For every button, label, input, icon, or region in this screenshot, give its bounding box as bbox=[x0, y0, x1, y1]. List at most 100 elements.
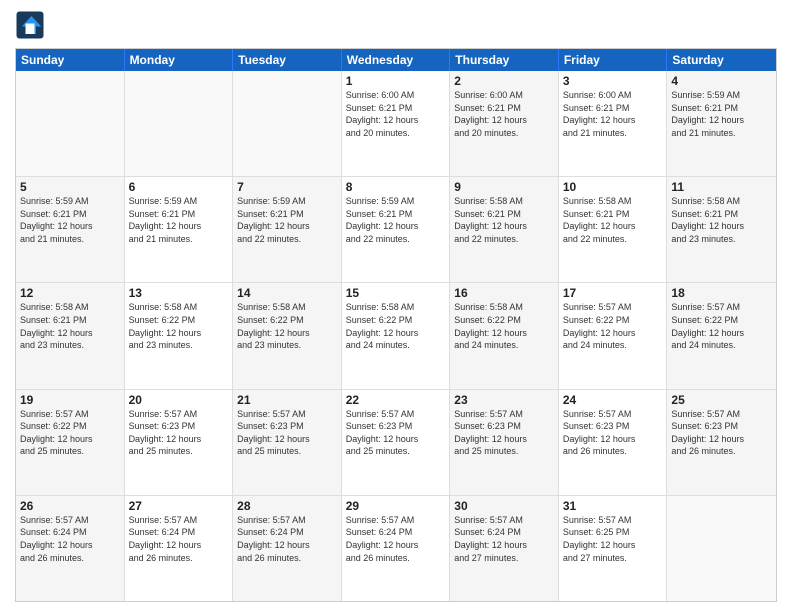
day-cell-16: 16Sunrise: 5:58 AM Sunset: 6:22 PM Dayli… bbox=[450, 283, 559, 388]
day-info: Sunrise: 5:57 AM Sunset: 6:24 PM Dayligh… bbox=[454, 514, 554, 564]
day-info: Sunrise: 5:58 AM Sunset: 6:21 PM Dayligh… bbox=[563, 195, 663, 245]
day-number: 24 bbox=[563, 393, 663, 407]
day-cell-5: 5Sunrise: 5:59 AM Sunset: 6:21 PM Daylig… bbox=[16, 177, 125, 282]
day-number: 17 bbox=[563, 286, 663, 300]
day-number: 13 bbox=[129, 286, 229, 300]
day-cell-28: 28Sunrise: 5:57 AM Sunset: 6:24 PM Dayli… bbox=[233, 496, 342, 601]
day-number: 21 bbox=[237, 393, 337, 407]
day-info: Sunrise: 5:58 AM Sunset: 6:22 PM Dayligh… bbox=[129, 301, 229, 351]
day-number: 15 bbox=[346, 286, 446, 300]
day-number: 19 bbox=[20, 393, 120, 407]
day-cell-7: 7Sunrise: 5:59 AM Sunset: 6:21 PM Daylig… bbox=[233, 177, 342, 282]
day-number: 2 bbox=[454, 74, 554, 88]
header-day-tuesday: Tuesday bbox=[233, 49, 342, 71]
day-cell-3: 3Sunrise: 6:00 AM Sunset: 6:21 PM Daylig… bbox=[559, 71, 668, 176]
day-cell-8: 8Sunrise: 5:59 AM Sunset: 6:21 PM Daylig… bbox=[342, 177, 451, 282]
day-number: 27 bbox=[129, 499, 229, 513]
day-cell-26: 26Sunrise: 5:57 AM Sunset: 6:24 PM Dayli… bbox=[16, 496, 125, 601]
day-info: Sunrise: 5:57 AM Sunset: 6:22 PM Dayligh… bbox=[563, 301, 663, 351]
day-number: 11 bbox=[671, 180, 772, 194]
day-info: Sunrise: 5:57 AM Sunset: 6:25 PM Dayligh… bbox=[563, 514, 663, 564]
day-number: 22 bbox=[346, 393, 446, 407]
day-cell-24: 24Sunrise: 5:57 AM Sunset: 6:23 PM Dayli… bbox=[559, 390, 668, 495]
day-cell-12: 12Sunrise: 5:58 AM Sunset: 6:21 PM Dayli… bbox=[16, 283, 125, 388]
day-cell-1: 1Sunrise: 6:00 AM Sunset: 6:21 PM Daylig… bbox=[342, 71, 451, 176]
day-number: 10 bbox=[563, 180, 663, 194]
day-cell-9: 9Sunrise: 5:58 AM Sunset: 6:21 PM Daylig… bbox=[450, 177, 559, 282]
header-day-saturday: Saturday bbox=[667, 49, 776, 71]
header-day-monday: Monday bbox=[125, 49, 234, 71]
week-row-5: 26Sunrise: 5:57 AM Sunset: 6:24 PM Dayli… bbox=[16, 496, 776, 601]
day-cell-20: 20Sunrise: 5:57 AM Sunset: 6:23 PM Dayli… bbox=[125, 390, 234, 495]
day-info: Sunrise: 5:59 AM Sunset: 6:21 PM Dayligh… bbox=[20, 195, 120, 245]
day-number: 25 bbox=[671, 393, 772, 407]
day-number: 7 bbox=[237, 180, 337, 194]
day-info: Sunrise: 5:58 AM Sunset: 6:21 PM Dayligh… bbox=[454, 195, 554, 245]
day-cell-6: 6Sunrise: 5:59 AM Sunset: 6:21 PM Daylig… bbox=[125, 177, 234, 282]
day-number: 9 bbox=[454, 180, 554, 194]
empty-cell bbox=[667, 496, 776, 601]
day-info: Sunrise: 5:59 AM Sunset: 6:21 PM Dayligh… bbox=[129, 195, 229, 245]
day-cell-18: 18Sunrise: 5:57 AM Sunset: 6:22 PM Dayli… bbox=[667, 283, 776, 388]
header-day-friday: Friday bbox=[559, 49, 668, 71]
day-number: 23 bbox=[454, 393, 554, 407]
day-info: Sunrise: 5:58 AM Sunset: 6:21 PM Dayligh… bbox=[671, 195, 772, 245]
day-number: 30 bbox=[454, 499, 554, 513]
calendar-body: 1Sunrise: 6:00 AM Sunset: 6:21 PM Daylig… bbox=[16, 71, 776, 601]
day-cell-23: 23Sunrise: 5:57 AM Sunset: 6:23 PM Dayli… bbox=[450, 390, 559, 495]
day-number: 8 bbox=[346, 180, 446, 194]
week-row-3: 12Sunrise: 5:58 AM Sunset: 6:21 PM Dayli… bbox=[16, 283, 776, 389]
day-cell-10: 10Sunrise: 5:58 AM Sunset: 6:21 PM Dayli… bbox=[559, 177, 668, 282]
day-number: 16 bbox=[454, 286, 554, 300]
day-info: Sunrise: 5:59 AM Sunset: 6:21 PM Dayligh… bbox=[346, 195, 446, 245]
day-number: 6 bbox=[129, 180, 229, 194]
week-row-2: 5Sunrise: 5:59 AM Sunset: 6:21 PM Daylig… bbox=[16, 177, 776, 283]
page: SundayMondayTuesdayWednesdayThursdayFrid… bbox=[0, 0, 792, 612]
day-cell-30: 30Sunrise: 5:57 AM Sunset: 6:24 PM Dayli… bbox=[450, 496, 559, 601]
header-day-thursday: Thursday bbox=[450, 49, 559, 71]
day-info: Sunrise: 5:58 AM Sunset: 6:22 PM Dayligh… bbox=[346, 301, 446, 351]
day-info: Sunrise: 5:57 AM Sunset: 6:23 PM Dayligh… bbox=[454, 408, 554, 458]
day-info: Sunrise: 5:58 AM Sunset: 6:21 PM Dayligh… bbox=[20, 301, 120, 351]
day-number: 29 bbox=[346, 499, 446, 513]
day-info: Sunrise: 5:57 AM Sunset: 6:24 PM Dayligh… bbox=[237, 514, 337, 564]
day-info: Sunrise: 5:58 AM Sunset: 6:22 PM Dayligh… bbox=[237, 301, 337, 351]
day-info: Sunrise: 5:57 AM Sunset: 6:24 PM Dayligh… bbox=[20, 514, 120, 564]
day-info: Sunrise: 5:57 AM Sunset: 6:24 PM Dayligh… bbox=[129, 514, 229, 564]
day-info: Sunrise: 5:57 AM Sunset: 6:22 PM Dayligh… bbox=[671, 301, 772, 351]
day-info: Sunrise: 6:00 AM Sunset: 6:21 PM Dayligh… bbox=[454, 89, 554, 139]
week-row-4: 19Sunrise: 5:57 AM Sunset: 6:22 PM Dayli… bbox=[16, 390, 776, 496]
day-cell-15: 15Sunrise: 5:58 AM Sunset: 6:22 PM Dayli… bbox=[342, 283, 451, 388]
day-number: 31 bbox=[563, 499, 663, 513]
day-number: 26 bbox=[20, 499, 120, 513]
day-info: Sunrise: 5:57 AM Sunset: 6:24 PM Dayligh… bbox=[346, 514, 446, 564]
day-cell-14: 14Sunrise: 5:58 AM Sunset: 6:22 PM Dayli… bbox=[233, 283, 342, 388]
day-info: Sunrise: 5:59 AM Sunset: 6:21 PM Dayligh… bbox=[237, 195, 337, 245]
day-info: Sunrise: 5:57 AM Sunset: 6:23 PM Dayligh… bbox=[237, 408, 337, 458]
day-cell-25: 25Sunrise: 5:57 AM Sunset: 6:23 PM Dayli… bbox=[667, 390, 776, 495]
day-number: 1 bbox=[346, 74, 446, 88]
day-cell-22: 22Sunrise: 5:57 AM Sunset: 6:23 PM Dayli… bbox=[342, 390, 451, 495]
day-info: Sunrise: 5:57 AM Sunset: 6:23 PM Dayligh… bbox=[671, 408, 772, 458]
day-number: 18 bbox=[671, 286, 772, 300]
logo bbox=[15, 10, 49, 40]
calendar: SundayMondayTuesdayWednesdayThursdayFrid… bbox=[15, 48, 777, 602]
day-cell-19: 19Sunrise: 5:57 AM Sunset: 6:22 PM Dayli… bbox=[16, 390, 125, 495]
day-info: Sunrise: 6:00 AM Sunset: 6:21 PM Dayligh… bbox=[346, 89, 446, 139]
header bbox=[15, 10, 777, 40]
day-cell-29: 29Sunrise: 5:57 AM Sunset: 6:24 PM Dayli… bbox=[342, 496, 451, 601]
day-info: Sunrise: 5:57 AM Sunset: 6:23 PM Dayligh… bbox=[129, 408, 229, 458]
day-cell-21: 21Sunrise: 5:57 AM Sunset: 6:23 PM Dayli… bbox=[233, 390, 342, 495]
day-info: Sunrise: 5:57 AM Sunset: 6:22 PM Dayligh… bbox=[20, 408, 120, 458]
day-number: 4 bbox=[671, 74, 772, 88]
day-number: 3 bbox=[563, 74, 663, 88]
day-cell-4: 4Sunrise: 5:59 AM Sunset: 6:21 PM Daylig… bbox=[667, 71, 776, 176]
day-info: Sunrise: 5:57 AM Sunset: 6:23 PM Dayligh… bbox=[346, 408, 446, 458]
day-number: 5 bbox=[20, 180, 120, 194]
day-cell-31: 31Sunrise: 5:57 AM Sunset: 6:25 PM Dayli… bbox=[559, 496, 668, 601]
day-number: 28 bbox=[237, 499, 337, 513]
empty-cell bbox=[125, 71, 234, 176]
logo-icon bbox=[15, 10, 45, 40]
header-day-wednesday: Wednesday bbox=[342, 49, 451, 71]
day-info: Sunrise: 5:57 AM Sunset: 6:23 PM Dayligh… bbox=[563, 408, 663, 458]
